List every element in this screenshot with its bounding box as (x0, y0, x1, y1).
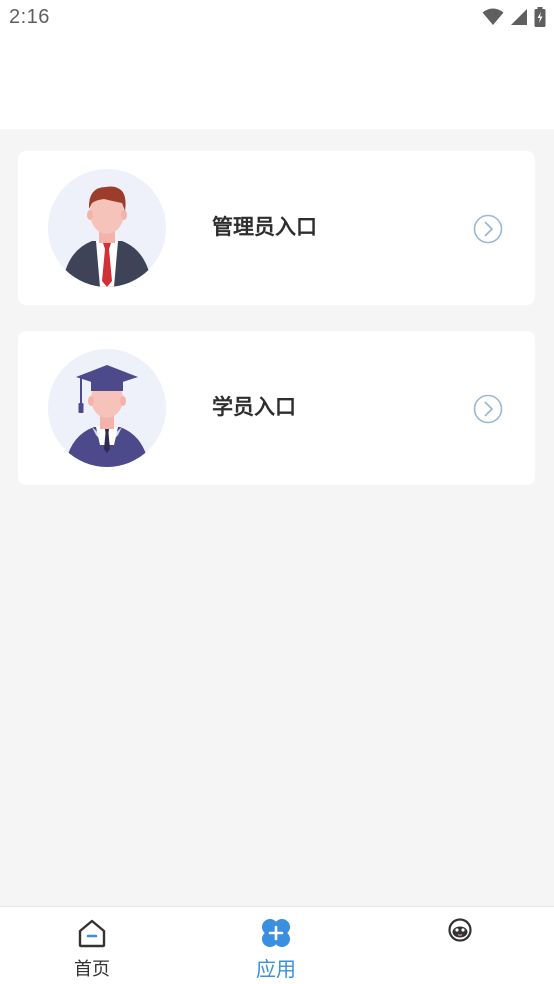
bottom-tab-bar: 首页 应用 (0, 906, 554, 984)
tab-home-label: 首页 (74, 959, 110, 980)
profile-face-icon (448, 918, 472, 942)
admin-entry-card[interactable]: 管理员入口 (18, 151, 535, 305)
header-area: 2:16 (0, 0, 554, 129)
chevron-right-circle-icon[interactable] (473, 394, 503, 424)
student-avatar (48, 349, 166, 467)
tab-apps-label: 应用 (256, 957, 296, 981)
apps-icon (262, 919, 290, 947)
home-icon (78, 919, 106, 948)
chevron-right-circle-icon[interactable] (473, 214, 503, 244)
wifi-icon (482, 8, 504, 25)
status-icons (482, 6, 546, 28)
student-entry-label: 学员入口 (212, 395, 296, 419)
tab-home[interactable]: 首页 (0, 907, 184, 984)
tab-profile[interactable] (368, 907, 552, 984)
student-entry-card[interactable]: 学员入口 (18, 331, 535, 485)
admin-avatar (48, 169, 166, 287)
tab-apps[interactable]: 应用 (184, 907, 368, 984)
signal-icon (511, 9, 527, 25)
battery-icon (534, 7, 546, 27)
status-time: 2:16 (9, 6, 50, 28)
screen: 2:16 管理员入口 学员入口 首页 应用 (0, 0, 554, 984)
admin-entry-label: 管理员入口 (212, 215, 317, 239)
